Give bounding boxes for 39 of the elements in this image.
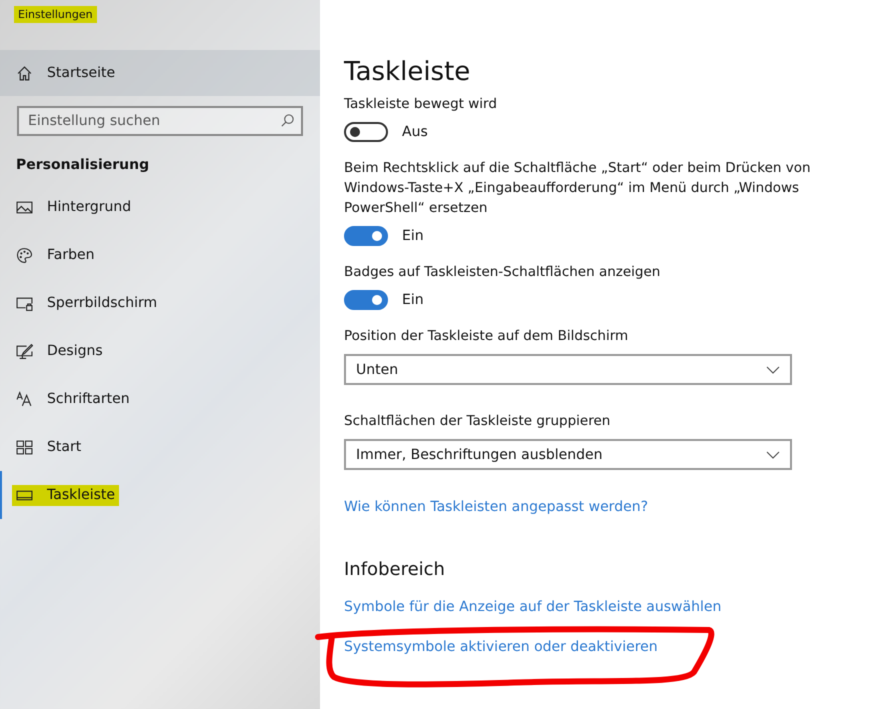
setting-label: Taskleiste bewegt wird (344, 95, 498, 114)
nav-item[interactable]: Hintergrund (0, 183, 320, 231)
toggle-switch[interactable] (344, 290, 388, 310)
setting-label: Schaltflächen der Taskleiste gruppieren (344, 412, 612, 431)
toggle-state-label: Aus (402, 124, 428, 140)
nav-item[interactable]: Schriftarten (0, 375, 320, 423)
search-field[interactable]: Einstellung suchen (17, 106, 303, 136)
settings-link[interactable]: Symbole für die Anzeige auf der Taskleiste auswählen (344, 599, 722, 615)
setting-label: Position der Taskleiste auf dem Bildschirm (344, 327, 630, 346)
setting-label: Beim Rechtsklick auf die Schaltfläche „Start“ oder beim Drücken von Windows-Taste+X „Eingabeaufforderung“ im Menü durch „Windows PowerShell“ ersetzen (344, 159, 812, 218)
home-icon (16, 64, 33, 82)
brush-monitor-icon (16, 342, 33, 360)
section-heading: Personalisierung (15, 156, 150, 175)
toggle-state-label: Ein (402, 228, 424, 244)
chevron-down-icon (766, 450, 780, 458)
dropdown[interactable]: Immer, Beschriftungen ausblenden (344, 439, 792, 470)
chevron-down-icon (766, 366, 780, 374)
search-icon (280, 113, 295, 128)
window-title: Einstellungen (14, 6, 97, 23)
nav-item[interactable]: Designs (0, 327, 320, 375)
help-link[interactable]: Wie können Taskleisten angepasst werden? (344, 499, 648, 515)
setting-label: Badges auf Taskleisten-Schaltflächen anzeigen (344, 263, 662, 282)
picture-icon (16, 198, 33, 216)
font-size-icon (16, 390, 33, 408)
toggle-state-label: Ein (402, 292, 424, 308)
dropdown[interactable]: Unten (344, 354, 792, 385)
settings-link[interactable]: Systemsymbole aktivieren oder deaktivieren (344, 639, 658, 655)
nav-item[interactable]: Sperrbildschirm (0, 279, 320, 327)
section-heading: Infobereich (344, 559, 446, 580)
page-title: Taskleiste (344, 56, 472, 88)
toggle-switch[interactable] (344, 226, 388, 246)
tiles-icon (16, 438, 33, 456)
palette-icon (16, 246, 33, 264)
home-nav-item[interactable]: Startseite (0, 50, 320, 96)
nav-item[interactable]: Farben (0, 231, 320, 279)
nav-item[interactable]: Start (0, 423, 320, 471)
toggle-switch[interactable] (344, 122, 388, 142)
lock-screen-icon (16, 294, 33, 312)
nav-item[interactable]: Taskleiste (0, 471, 320, 519)
